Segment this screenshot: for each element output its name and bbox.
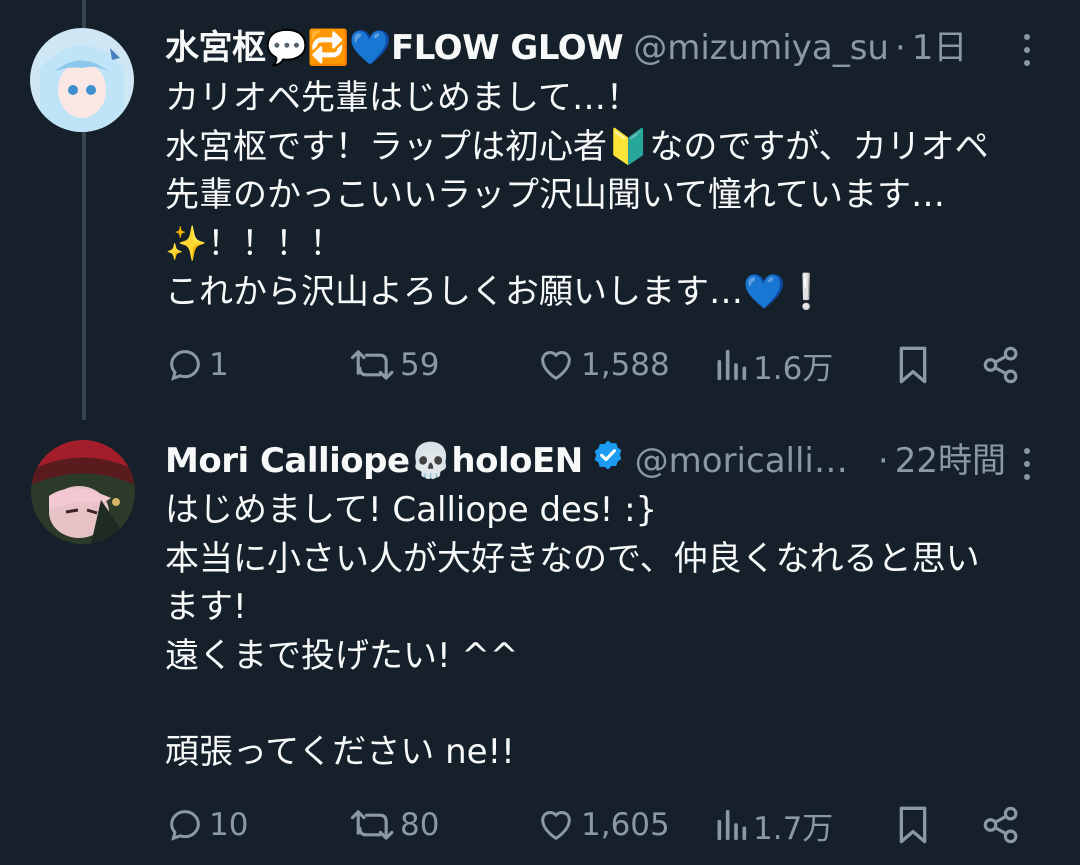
like-button[interactable]: 1,588 [535, 340, 670, 390]
retweet-button[interactable]: 59 [350, 340, 439, 390]
tweet-text-line: ます! [165, 587, 247, 627]
timestamp[interactable]: 22時間 [895, 439, 1006, 483]
tweet-text: カリオペ先輩はじめまして…！ 水宮枢です！ラップは初心者🔰なのですが、カリオペ … [165, 74, 1045, 317]
like-icon [541, 811, 571, 840]
tweet-text: はじめまして! Calliope des! :} 本当に小さい人が大好きなので、… [165, 486, 1045, 777]
retweet-button[interactable]: 80 [350, 800, 439, 850]
tweet-text-line: ✨！！！！ [165, 223, 344, 264]
tweet-mizumiya[interactable]: 水宮枢💬🔁💙FLOW GLOW @mizumiya_su · 1日 カリオペ先輩… [0, 0, 1080, 420]
views-count: 1.7万 [753, 810, 834, 847]
reply-icon [170, 350, 200, 381]
reply-button[interactable]: 10 [165, 800, 248, 850]
retweet-count: 80 [400, 807, 440, 843]
retweet-icon [350, 350, 394, 380]
avatar-calliope[interactable] [31, 440, 135, 544]
tweet-header: Mori Calliope💀holoEN @moricalli… · 22時間 [165, 438, 1006, 483]
like-count: 1,588 [581, 347, 670, 383]
separator-dot: · [894, 28, 906, 68]
reply-icon [170, 810, 200, 841]
action-bar: 10 80 1,605 1.7万 [165, 800, 1045, 850]
separator-dot: · [877, 440, 889, 481]
user-handle[interactable]: @moricalli… [635, 439, 848, 483]
like-count: 1,605 [581, 807, 670, 843]
tweet-text-line: はじめまして! Calliope des! :} [165, 490, 658, 530]
bookmark-icon [899, 346, 927, 384]
tweet-text-line: カリオペ先輩はじめまして…！ [165, 78, 640, 118]
views-icon [717, 809, 747, 841]
retweet-count: 59 [400, 347, 440, 383]
reply-button[interactable]: 1 [165, 340, 229, 390]
display-name[interactable]: Mori Calliope💀holoEN [165, 439, 583, 483]
user-handle[interactable]: @mizumiya_su [633, 26, 889, 70]
tweet-header: 水宮枢💬🔁💙FLOW GLOW @mizumiya_su · 1日 [165, 26, 967, 70]
tweet-text-line: 遠くまで投げたい! ^^ [165, 635, 519, 676]
tweet-text-line [165, 680, 1045, 728]
retweet-icon [350, 810, 394, 840]
reply-count: 10 [209, 807, 249, 843]
bookmark-icon [899, 806, 927, 844]
avatar-mizumiya[interactable] [30, 28, 134, 132]
tweet-text-line: 水宮枢です！ラップは初心者🔰なのですが、カリオペ [165, 126, 989, 167]
views-count: 1.6万 [753, 350, 834, 387]
more-icon[interactable] [1015, 448, 1039, 480]
views-button[interactable]: 1.7万 [713, 800, 833, 850]
tweet-calliope[interactable]: Mori Calliope💀holoEN @moricalli… · 22時間 … [0, 420, 1080, 865]
views-button[interactable]: 1.6万 [713, 340, 833, 390]
timestamp[interactable]: 1日 [912, 26, 968, 70]
like-button[interactable]: 1,605 [535, 800, 670, 850]
verified-badge-icon [591, 438, 625, 483]
more-icon[interactable] [1015, 34, 1039, 66]
like-icon [541, 351, 571, 380]
tweet-text-line: 頑張ってください ne!! [165, 732, 515, 772]
display-name[interactable]: 水宮枢💬🔁💙FLOW GLOW [165, 26, 624, 70]
tweet-text-line: 本当に小さい人が大好きなので、仲良くなれると思い [165, 538, 980, 579]
tweet-text-line: これから沢山よろしくお願いします…💙❕ [165, 272, 828, 312]
bookmark-button[interactable] [893, 800, 933, 850]
share-button[interactable] [980, 800, 1022, 850]
action-bar: 1 59 1,588 1.6万 [165, 340, 1045, 390]
tweet-text-line: 先輩のかっこいいラップ沢山聞いて憧れています… [165, 175, 945, 215]
share-icon [983, 346, 1018, 384]
share-icon [983, 806, 1018, 844]
reply-count: 1 [209, 347, 229, 383]
bookmark-button[interactable] [893, 340, 933, 390]
share-button[interactable] [980, 340, 1022, 390]
views-icon [717, 349, 747, 381]
